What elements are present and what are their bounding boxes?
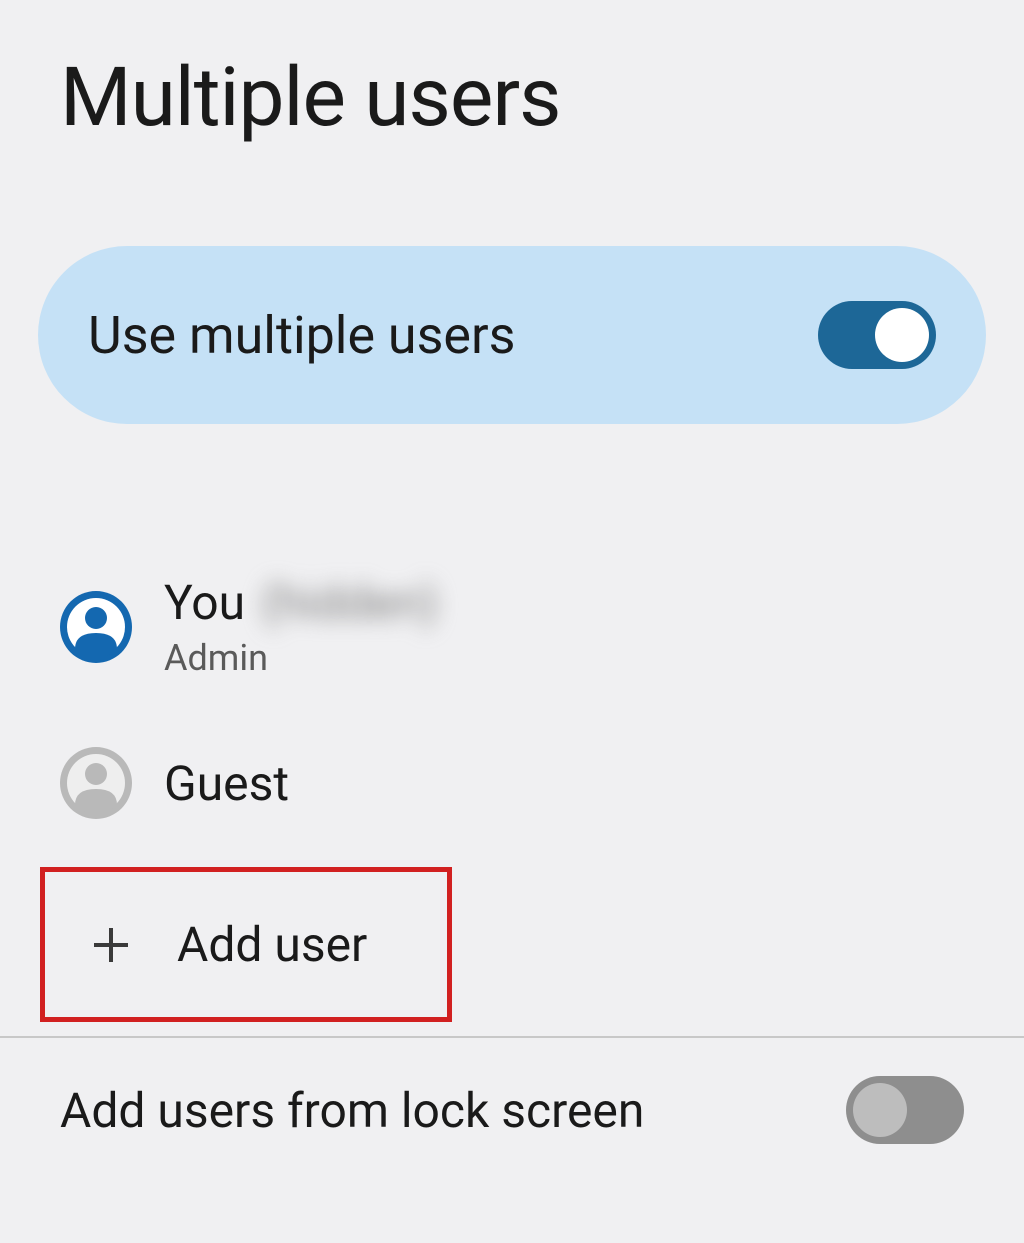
user-guest-row[interactable]: Guest	[0, 709, 1024, 857]
guest-avatar-icon	[60, 747, 132, 819]
use-multiple-users-toggle[interactable]	[818, 301, 936, 369]
add-user-button[interactable]: Add user	[40, 867, 452, 1022]
plus-icon	[91, 925, 131, 965]
page-title: Multiple users	[0, 0, 1024, 186]
use-multiple-users-label: Use multiple users	[88, 305, 515, 366]
user-name: You	[164, 574, 245, 631]
user-info: Guest	[164, 755, 289, 812]
user-name-extra: (hidden)	[261, 574, 438, 631]
add-users-lock-screen-label: Add users from lock screen	[60, 1082, 644, 1139]
user-name-line: You (hidden)	[164, 574, 439, 631]
guest-name: Guest	[164, 755, 289, 812]
toggle-knob	[853, 1083, 907, 1137]
toggle-knob	[875, 308, 929, 362]
user-info: You (hidden) Admin	[164, 574, 439, 679]
user-list: You (hidden) Admin Guest Add user	[0, 544, 1024, 1022]
user-avatar-icon	[60, 591, 132, 663]
add-users-lock-screen-toggle[interactable]	[846, 1076, 964, 1144]
add-users-lock-screen-row[interactable]: Add users from lock screen	[0, 1038, 1024, 1182]
user-subtitle: Admin	[164, 637, 439, 679]
add-user-label: Add user	[177, 916, 367, 973]
user-you-row[interactable]: You (hidden) Admin	[0, 544, 1024, 709]
use-multiple-users-row[interactable]: Use multiple users	[38, 246, 986, 424]
